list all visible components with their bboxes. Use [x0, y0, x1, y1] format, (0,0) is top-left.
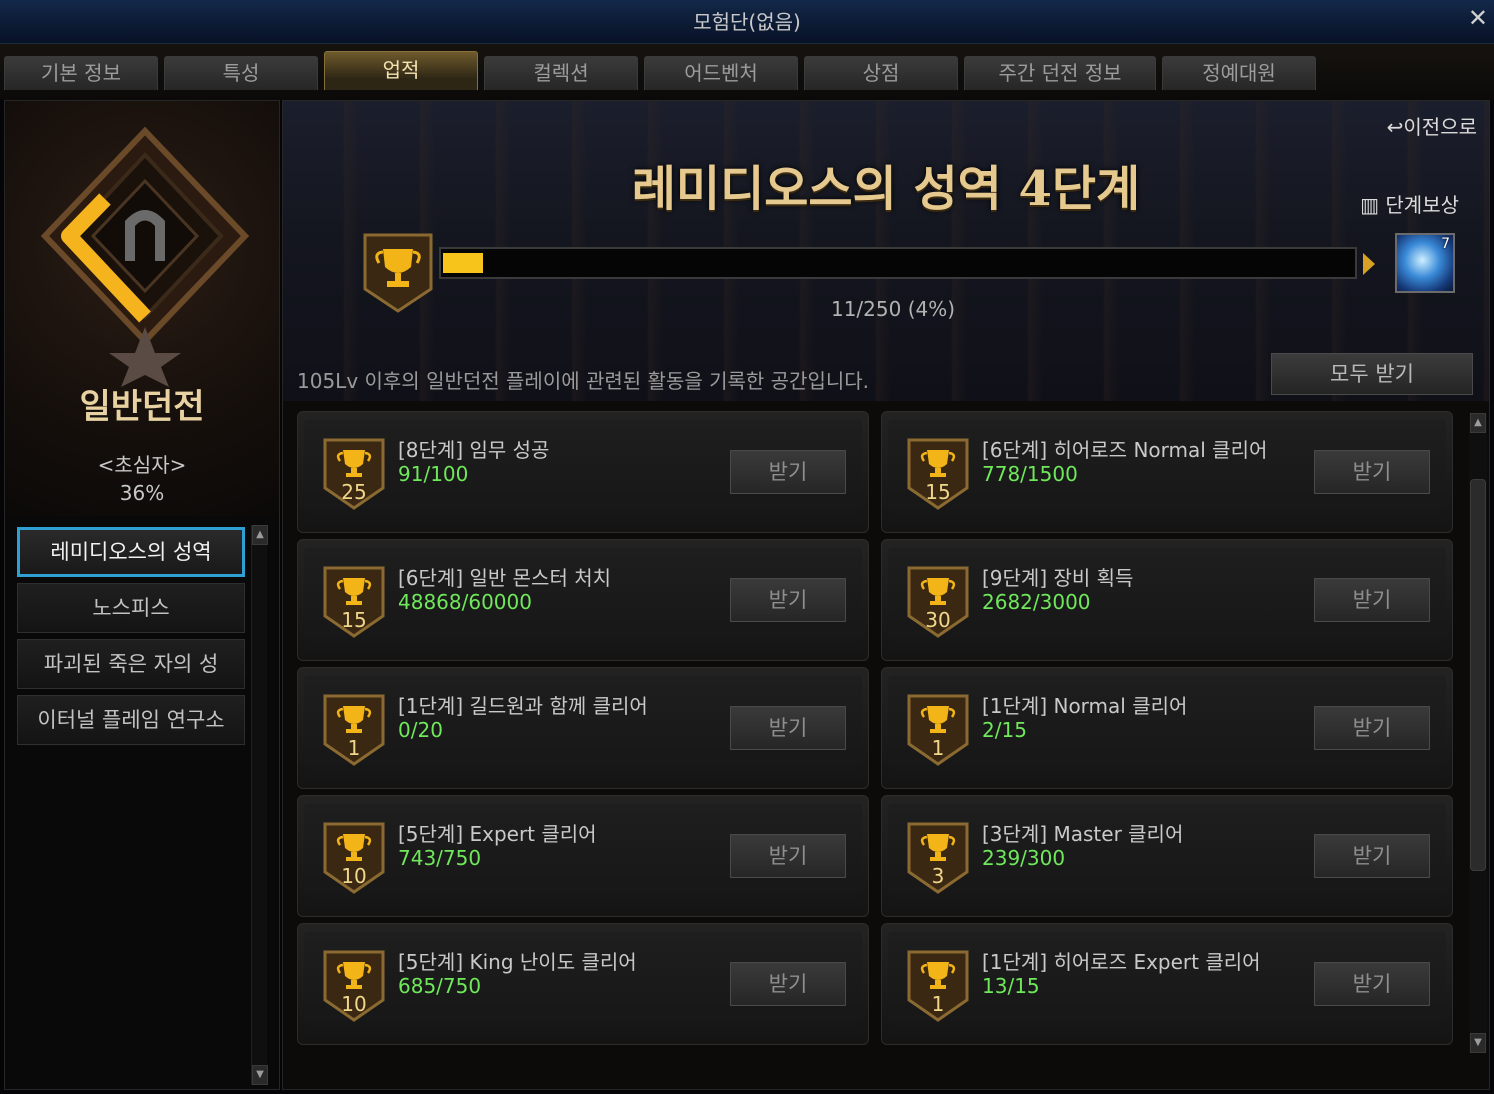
receive-button[interactable]: 받기 [730, 578, 846, 622]
achievement-card: 1 [1단계] 히어로즈 Expert 클리어 13/15 받기 [881, 923, 1453, 1045]
back-label: 이전으로 [1403, 115, 1477, 139]
stage-description: 105Lv 이후의 일반던전 플레이에 관련된 활동을 기록한 공간입니다. [297, 369, 870, 393]
achievement-points: 30 [925, 608, 951, 632]
back-arrow-icon: ↩ [1386, 115, 1404, 139]
receive-button[interactable]: 받기 [730, 450, 846, 494]
sidebar-scrollbar[interactable]: ▲ ▼ [251, 525, 268, 1085]
achievement-points: 1 [931, 736, 945, 760]
gift-icon: ▥ [1360, 193, 1386, 217]
scroll-up-icon[interactable]: ▲ [1470, 413, 1486, 433]
achievement-card: 1 [1단계] 길드원과 함께 클리어 0/20 받기 [297, 667, 869, 789]
achievement-title: [6단계] 일반 몬스터 처치 [398, 566, 612, 590]
stage-banner: ↩이전으로 레미디오스의 성역 4단계 ▥ 단계보상 7 11/250 (4%)… [283, 101, 1489, 401]
receive-button[interactable]: 받기 [1314, 962, 1430, 1006]
stage-progress-fill [443, 253, 483, 273]
category-emblem-area: 일반던전 <초심자> 36% [5, 101, 279, 516]
achievement-points: 10 [341, 864, 367, 888]
receive-button[interactable]: 받기 [730, 962, 846, 1006]
tab-elite-members[interactable]: 정예대원 [1162, 56, 1316, 90]
stage-reward-button[interactable]: ▥ 단계보상 [1360, 189, 1459, 218]
achievement-title: [3단계] Master 클리어 [982, 822, 1184, 846]
tab-weekly-dungeon[interactable]: 주간 던전 정보 [964, 56, 1156, 90]
achievement-points: 1 [347, 736, 361, 760]
achievement-progress: 48868/60000 [398, 590, 532, 614]
back-button[interactable]: ↩이전으로 [1387, 111, 1477, 140]
achievement-progress: 778/1500 [982, 462, 1078, 486]
reward-count: 7 [1441, 236, 1450, 252]
category-name: 일반던전 [79, 387, 205, 427]
achievement-title: [8단계] 임무 성공 [398, 438, 550, 462]
achievement-card: 10 [5단계] King 난이도 클리어 685/750 받기 [297, 923, 869, 1045]
achievement-progress: 0/20 [398, 718, 443, 742]
achievement-card: 10 [5단계] Expert 클리어 743/750 받기 [297, 795, 869, 917]
achievement-scrollbar[interactable]: ▲ ▼ [1469, 413, 1487, 1053]
achievement-title: [5단계] King 난이도 클리어 [398, 950, 637, 974]
achievement-title: [1단계] 히어로즈 Expert 클리어 [982, 950, 1261, 974]
dungeon-emblem-icon [40, 126, 250, 387]
stage-progress-text: 11/250 (4%) [830, 297, 956, 321]
sub-category-eternal-flame[interactable]: 이터널 플레임 연구소 [17, 695, 245, 745]
achievement-main: ↩이전으로 레미디오스의 성역 4단계 ▥ 단계보상 7 11/250 (4%)… [282, 100, 1490, 1090]
receive-button[interactable]: 받기 [730, 834, 846, 878]
category-percent: 36% [119, 481, 165, 505]
achievement-points: 15 [925, 480, 951, 504]
receive-button[interactable]: 받기 [1314, 706, 1430, 750]
achievement-title: [6단계] 히어로즈 Normal 클리어 [982, 438, 1268, 462]
achievement-points: 25 [341, 480, 367, 504]
tab-traits[interactable]: 특성 [164, 56, 318, 90]
scroll-down-icon[interactable]: ▼ [1470, 1033, 1486, 1053]
achievement-points: 10 [341, 992, 367, 1016]
achievement-card: 15 [6단계] 일반 몬스터 처치 48868/60000 받기 [297, 539, 869, 661]
tab-adventure[interactable]: 어드벤처 [644, 56, 798, 90]
receive-all-button[interactable]: 모두 받기 [1271, 353, 1473, 395]
achievement-points: 3 [931, 864, 945, 888]
scroll-up-icon[interactable]: ▲ [252, 525, 268, 545]
achievement-progress: 239/300 [982, 846, 1066, 870]
achievement-progress: 2/15 [982, 718, 1027, 742]
receive-button[interactable]: 받기 [1314, 834, 1430, 878]
category-panel: 일반던전 <초심자> 36% 레미디오스의 성역 노스피스 파괴된 죽은 자의 … [4, 100, 280, 1090]
tab-shop[interactable]: 상점 [804, 56, 958, 90]
receive-button[interactable]: 받기 [730, 706, 846, 750]
stage-progress-bar [439, 247, 1357, 279]
sub-category-remedios[interactable]: 레미디오스의 성역 [17, 527, 245, 577]
receive-button[interactable]: 받기 [1314, 450, 1430, 494]
close-icon[interactable]: ✕ [1468, 4, 1488, 32]
window-title: 모험단(없음) [693, 10, 801, 34]
progress-arrow-icon [1363, 253, 1375, 275]
tab-collection[interactable]: 컬렉션 [484, 56, 638, 90]
achievement-title: [1단계] 길드원과 함께 클리어 [398, 694, 648, 718]
category-rank: <초심자> [97, 453, 187, 477]
achievement-title: [1단계] Normal 클리어 [982, 694, 1188, 718]
achievement-grid: 25 [8단계] 임무 성공 91/100 받기 15 [6단계] 히어로즈 Normal… [297, 411, 1463, 1051]
tab-basic-info[interactable]: 기본 정보 [4, 56, 158, 90]
achievement-card: 1 [1단계] Normal 클리어 2/15 받기 [881, 667, 1453, 789]
scroll-down-icon[interactable]: ▼ [252, 1065, 268, 1085]
sub-category-list: 레미디오스의 성역 노스피스 파괴된 죽은 자의 성 이터널 플레임 연구소 [17, 527, 245, 751]
sub-category-destroyed-castle[interactable]: 파괴된 죽은 자의 성 [17, 639, 245, 689]
stage-reward-label: 단계보상 [1385, 193, 1459, 217]
stage-title: 레미디오스의 성역 4단계 [631, 161, 1141, 217]
tab-achievements[interactable]: 업적 [324, 51, 478, 90]
achievement-card: 15 [6단계] 히어로즈 Normal 클리어 778/1500 받기 [881, 411, 1453, 533]
achievement-points: 1 [931, 992, 945, 1016]
stage-reward-item-icon[interactable]: 7 [1395, 233, 1455, 293]
achievement-card: 30 [9단계] 장비 획득 2682/3000 받기 [881, 539, 1453, 661]
achievement-points: 15 [341, 608, 367, 632]
achievement-progress: 685/750 [398, 974, 482, 998]
receive-button[interactable]: 받기 [1314, 578, 1430, 622]
achievement-progress: 91/100 [398, 462, 469, 486]
sub-category-nospis[interactable]: 노스피스 [17, 583, 245, 633]
achievement-title: [9단계] 장비 획득 [982, 566, 1134, 590]
achievement-card: 3 [3단계] Master 클리어 239/300 받기 [881, 795, 1453, 917]
achievement-progress: 13/15 [982, 974, 1040, 998]
scroll-thumb[interactable] [1470, 479, 1486, 871]
achievement-progress: 743/750 [398, 846, 482, 870]
achievement-title: [5단계] Expert 클리어 [398, 822, 597, 846]
achievement-progress: 2682/3000 [982, 590, 1091, 614]
window-titlebar: 모험단(없음) ✕ [0, 0, 1494, 44]
tab-strip: 기본 정보 특성 업적 컬렉션 어드벤처 상점 주간 던전 정보 정예대원 [0, 44, 1494, 100]
achievement-card: 25 [8단계] 임무 성공 91/100 받기 [297, 411, 869, 533]
